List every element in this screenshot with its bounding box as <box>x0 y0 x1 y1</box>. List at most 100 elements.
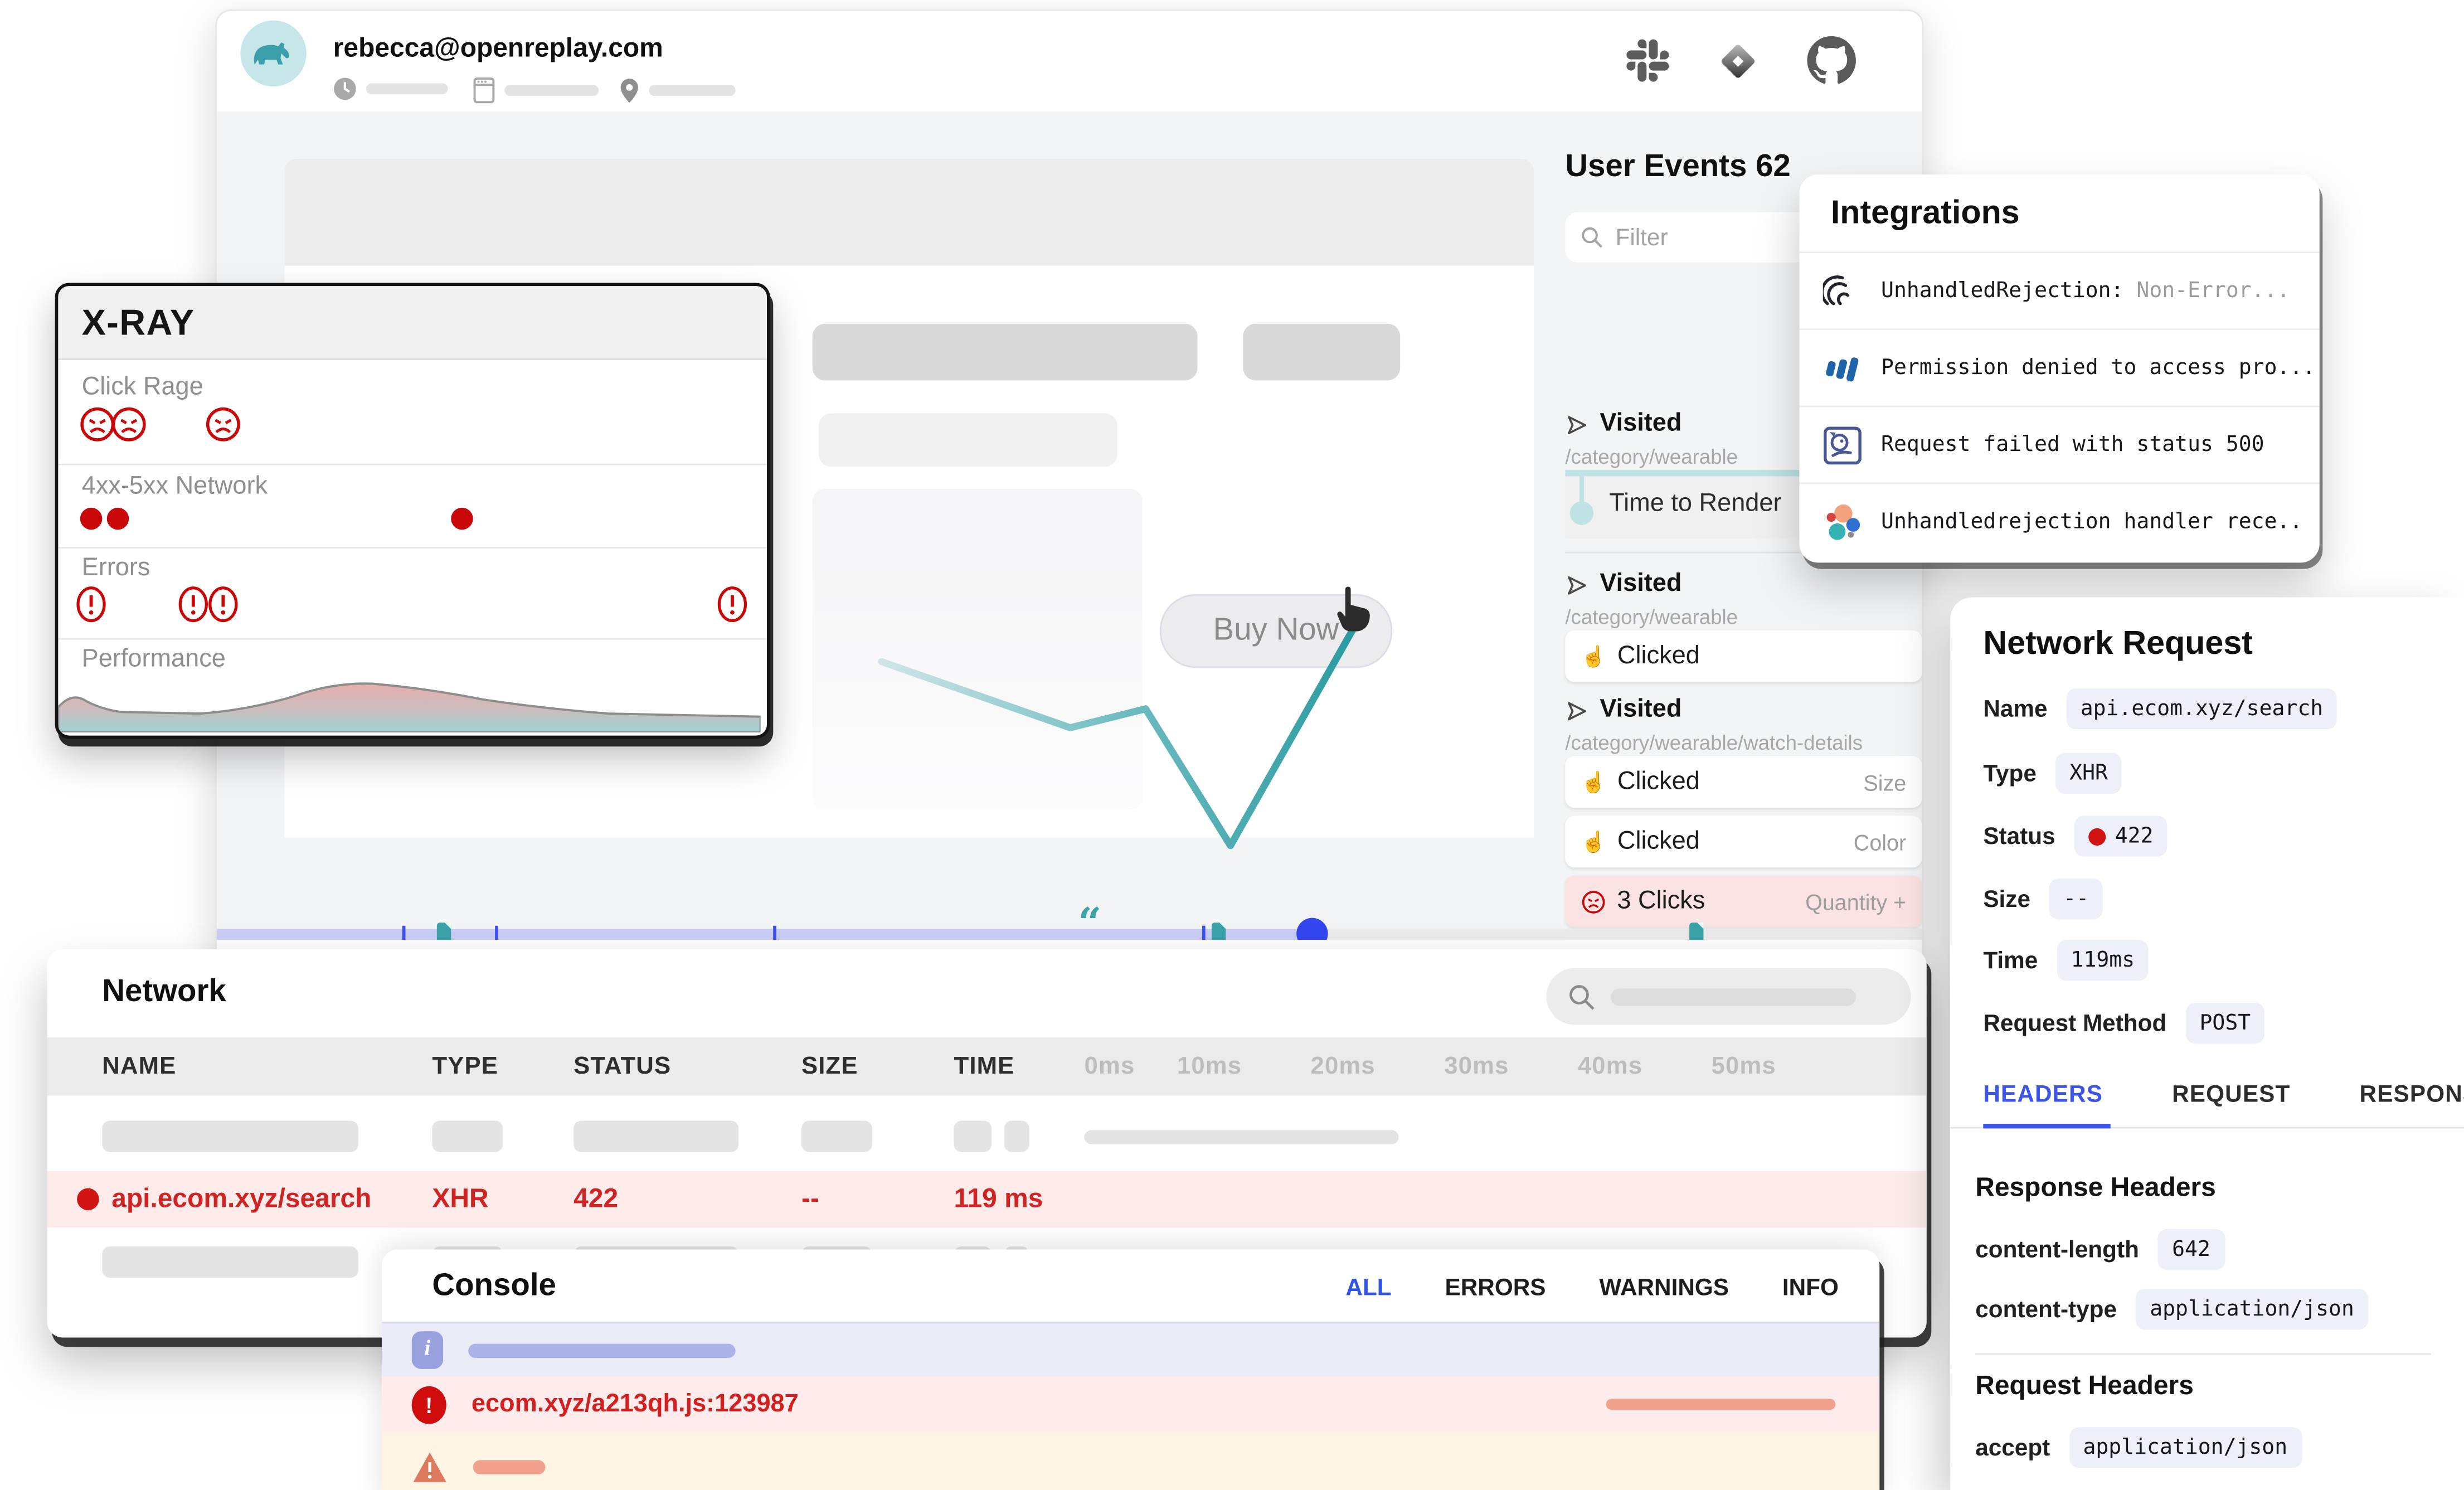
xray-performance-label: Performance <box>82 646 226 674</box>
user-events-count: 62 <box>1756 149 1791 184</box>
click-rage-icon <box>205 405 242 443</box>
sentry-icon <box>1823 271 1862 310</box>
user-events-title: User Events 62 <box>1565 149 1790 186</box>
console-tab-errors[interactable]: ERRORS <box>1445 1275 1546 1302</box>
event-clicked-card[interactable]: ☝ Clicked <box>1565 630 1922 682</box>
event-clicked-size-card[interactable]: ☝ ClickedSize <box>1565 756 1922 808</box>
error-icon <box>74 585 109 624</box>
col-time: TIME <box>954 1052 1014 1081</box>
console-tab-warnings[interactable]: WARNINGS <box>1599 1275 1729 1302</box>
event-visited-1-path: /category/wearable <box>1565 445 1738 468</box>
field-request-method: Request MethodPOST <box>1983 1003 2264 1044</box>
product-image-placeholder <box>813 489 1143 809</box>
console-warning-row[interactable] <box>382 1432 1879 1490</box>
visited-icon <box>1565 698 1588 722</box>
event-clicked-color-card[interactable]: ☝ ClickedColor <box>1565 816 1922 867</box>
tab-request[interactable]: REQUEST <box>2172 1081 2290 1108</box>
click-rage-icon <box>110 405 148 443</box>
page-header-placeholder <box>284 159 1534 266</box>
session-duration-meta <box>333 77 448 100</box>
log-placeholder <box>1606 1399 1836 1410</box>
clicked-hand-icon: ☝ <box>1581 829 1607 854</box>
console-info-row[interactable]: i <box>382 1322 1879 1377</box>
network-request-title: Network Request <box>1983 625 2253 663</box>
integrations-title: Integrations <box>1831 195 2020 233</box>
subtitle-placeholder <box>819 414 1117 467</box>
field-status-value: 422 <box>2074 816 2167 856</box>
request-name: api.ecom.xyz/search <box>111 1183 371 1215</box>
xray-panel: X-RAY Click Rage 4xx-5xx Network Errors … <box>55 283 770 739</box>
network-error-dot <box>451 508 473 530</box>
integration-elastic-row[interactable]: Unhandledrejection handler rece.. <box>1799 483 2319 560</box>
header-content-length: content-length642 <box>1975 1229 2224 1270</box>
clicked-hand-icon: ☝ <box>1581 644 1607 669</box>
xray-errors-label: Errors <box>82 555 150 583</box>
field-name: Nameapi.ecom.xyz/search <box>1983 688 2337 729</box>
event-rage-clicks-card[interactable]: 3 ClicksQuantity + <box>1565 876 1922 928</box>
jira-icon[interactable] <box>1716 38 1760 82</box>
network-table-header: NAME TYPE STATUS SIZE TIME 0ms 10ms 20ms… <box>47 1037 1927 1095</box>
event-visited-2[interactable]: Visited <box>1565 571 1681 599</box>
tab-headers[interactable]: HEADERS <box>1983 1081 2103 1108</box>
integration-datadog-row[interactable]: Request failed with status 500 <box>1799 405 2319 482</box>
location-pin-icon <box>619 77 640 104</box>
datadog-icon <box>1823 425 1862 464</box>
request-time: 119 ms <box>954 1183 1043 1215</box>
avatar <box>240 21 306 86</box>
network-panel-title: Network <box>102 974 226 1011</box>
title-placeholder <box>813 324 1198 381</box>
console-panel: Console ALL ERRORS WARNINGS INFO i ! eco… <box>382 1250 1879 1490</box>
event-visited-3[interactable]: Visited <box>1565 696 1681 725</box>
xray-header: X-RAY <box>58 286 767 360</box>
request-headers-title: Request Headers <box>1975 1371 2194 1402</box>
network-error-dot <box>107 508 129 530</box>
event-visited-3-path: /category/wearable/watch-details <box>1565 731 1863 754</box>
network-error-dot <box>80 508 102 530</box>
clicked-hand-icon: ☝ <box>1581 769 1607 794</box>
request-size: -- <box>801 1183 819 1215</box>
timeline-quote-marker-icon[interactable]: “ <box>1078 904 1101 944</box>
github-icon[interactable] <box>1807 36 1856 85</box>
console-title: Console <box>432 1268 556 1304</box>
info-icon: i <box>412 1331 443 1369</box>
col-size: SIZE <box>801 1052 858 1081</box>
replay-timeline[interactable]: “ <box>217 929 1922 940</box>
request-type: XHR <box>432 1183 488 1215</box>
search-icon <box>1568 983 1595 1010</box>
error-status-dot <box>77 1188 99 1210</box>
network-error-row[interactable]: api.ecom.xyz/search XHR 422 -- 119 ms <box>47 1171 1927 1228</box>
log-placeholder <box>473 1459 546 1473</box>
network-row-placeholder[interactable] <box>47 1108 1927 1165</box>
field-time: Time119ms <box>1983 940 2149 981</box>
event-visited-1[interactable]: Visited <box>1565 410 1681 439</box>
status-error-dot <box>2088 828 2106 845</box>
click-rage-icon <box>1581 889 1606 914</box>
col-type: TYPE <box>432 1052 498 1081</box>
search-icon <box>1581 226 1603 248</box>
pointer-cursor-icon <box>1336 583 1383 633</box>
slack-icon[interactable] <box>1626 39 1669 81</box>
field-size: Size-- <box>1983 879 2103 919</box>
integration-sentry-row[interactable]: UnhandledRejection: Non-Error... <box>1799 251 2319 328</box>
session-location-meta <box>619 77 736 104</box>
xray-network-label: 4xx-5xx Network <box>82 473 268 502</box>
header-accept: acceptapplication/json <box>1975 1427 2301 1468</box>
console-tab-info[interactable]: INFO <box>1782 1275 1839 1302</box>
integrations-panel: Integrations UnhandledRejection: Non-Err… <box>1799 174 2319 562</box>
error-icon: ! <box>412 1385 446 1423</box>
console-tab-all[interactable]: ALL <box>1345 1275 1391 1302</box>
timeline-played <box>217 929 1310 940</box>
warning-icon <box>412 1450 448 1483</box>
bugsnag-icon <box>1823 348 1862 387</box>
event-visited-2-path: /category/wearable <box>1565 605 1738 629</box>
screenshot-root: rebecca@openreplay.com <box>0 0 2464 1490</box>
session-header: rebecca@openreplay.com <box>217 11 1922 113</box>
console-error-row[interactable]: ! ecom.xyz/a213qh.js:123987 <box>382 1377 1879 1432</box>
tab-response[interactable]: RESPONSE <box>2360 1081 2464 1108</box>
active-tab-underline <box>1983 1124 2110 1128</box>
rhino-icon <box>250 33 297 74</box>
clock-icon <box>333 77 357 100</box>
network-search-input[interactable] <box>1546 968 1911 1025</box>
browser-icon <box>473 77 495 104</box>
integration-bugsnag-row[interactable]: Permission denied to access pro... <box>1799 328 2319 405</box>
